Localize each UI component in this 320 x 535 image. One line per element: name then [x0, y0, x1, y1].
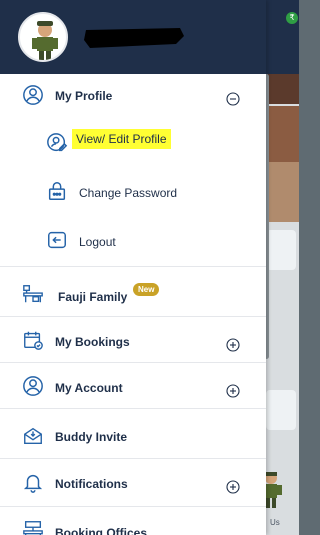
my-bookings-item[interactable]: My Bookings: [55, 335, 130, 349]
redacted-username: [80, 22, 190, 52]
user-circle-icon: [22, 84, 44, 106]
my-profile-label[interactable]: My Profile: [55, 89, 112, 103]
background-card: [266, 230, 296, 270]
background-image: [266, 106, 299, 162]
logout-item[interactable]: Logout: [79, 235, 116, 249]
view-edit-profile-label: View/ Edit Profile: [72, 129, 171, 149]
background-image: [266, 162, 299, 222]
buddy-invite-item[interactable]: Buddy Invite: [55, 430, 127, 444]
divider: [0, 506, 266, 507]
view-edit-profile-item[interactable]: View/ Edit Profile: [72, 129, 171, 149]
divider: [0, 362, 266, 363]
drawer-header: [0, 0, 266, 74]
invite-icon: [22, 425, 44, 447]
expand-icon[interactable]: [226, 480, 240, 494]
new-badge: New: [133, 283, 160, 296]
divider: [0, 458, 266, 459]
booking-offices-item[interactable]: Booking Offices: [55, 526, 147, 535]
bell-icon: [22, 471, 44, 493]
avatar[interactable]: [18, 12, 68, 62]
change-password-item[interactable]: Change Password: [79, 186, 177, 200]
collapse-icon[interactable]: [226, 92, 240, 106]
background-card: [266, 390, 296, 430]
logout-icon: [46, 229, 68, 251]
fauji-family-item[interactable]: Fauji Family: [58, 290, 127, 304]
my-account-item[interactable]: My Account: [55, 381, 123, 395]
expand-icon[interactable]: [226, 338, 240, 352]
desk-icon: [22, 283, 44, 305]
lock-icon: [46, 180, 68, 202]
divider: [0, 316, 266, 317]
background-image: [266, 74, 299, 104]
calendar-icon: [22, 329, 44, 351]
edit-profile-icon: [46, 132, 68, 154]
divider: [0, 266, 266, 267]
account-icon: [22, 375, 44, 397]
navigation-drawer: My Profile View/ Edit Profile Change Pas…: [0, 0, 266, 535]
expand-icon[interactable]: [226, 384, 240, 398]
background-status-icon: ₹: [286, 12, 298, 24]
office-icon: [22, 519, 44, 535]
notifications-item[interactable]: Notifications: [55, 477, 128, 491]
divider: [0, 408, 266, 409]
background-text: Us: [270, 518, 280, 527]
